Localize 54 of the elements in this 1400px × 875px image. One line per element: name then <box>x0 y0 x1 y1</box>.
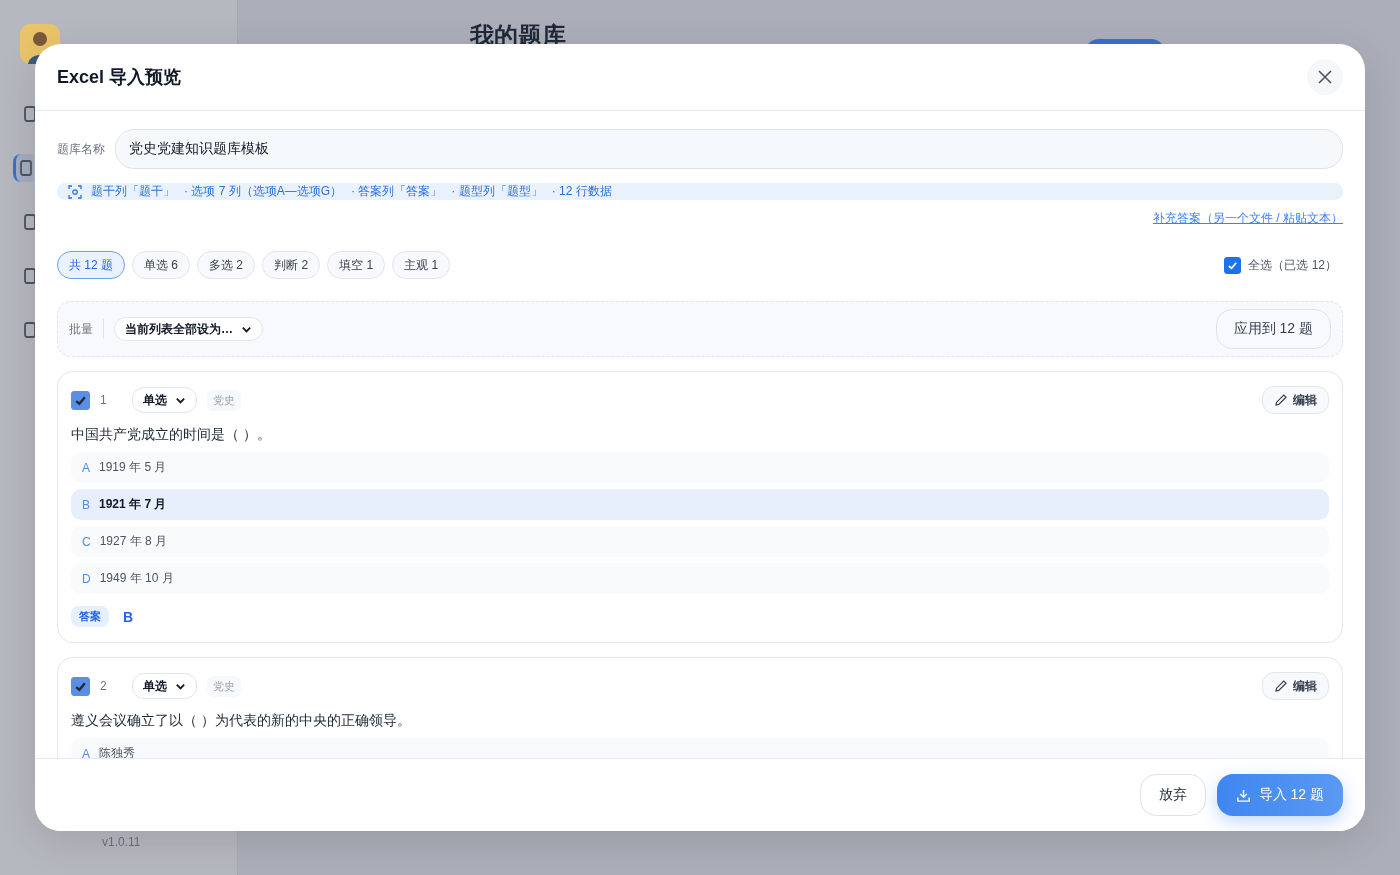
type-select[interactable]: 单选 <box>132 673 197 699</box>
batch-select[interactable]: 当前列表全部设为… <box>114 317 263 341</box>
filter-chip[interactable]: 主观 1 <box>392 251 451 279</box>
select-all-checkbox[interactable] <box>1224 256 1242 274</box>
select-all-label: 全选（已选 12） <box>1248 256 1337 274</box>
type-select[interactable]: 单选 <box>132 387 197 413</box>
nav-item[interactable] <box>13 154 34 182</box>
question-text: 中国共产党成立的时间是（ ）。 <box>71 426 272 444</box>
page-icon <box>24 268 36 284</box>
version-label: v1.0.11 <box>102 835 141 849</box>
filter-chip[interactable]: 共 12 题 <box>57 251 125 279</box>
name-field[interactable]: 党史党建知识题库模板 <box>115 129 1343 169</box>
edit-button[interactable]: 编辑 <box>1262 672 1329 700</box>
pencil-icon <box>1274 393 1288 407</box>
mapping-item: · 选项 7 列（选项A—选项G） <box>184 183 342 200</box>
category-tag: 党史 <box>207 675 241 697</box>
category-tag: 党史 <box>207 389 241 411</box>
close-icon <box>1317 69 1333 85</box>
page-icon <box>24 106 36 122</box>
answer-option[interactable]: A 陈独秀 <box>71 738 1329 758</box>
filter-chip[interactable]: 多选 2 <box>197 251 256 279</box>
filter-chip[interactable]: 单选 6 <box>132 251 191 279</box>
mapping-item: · 答案列「答案」 <box>351 183 443 200</box>
mapping-item: 题干列「题干」 <box>91 183 175 200</box>
answer-option[interactable]: A 1919 年 5 月 <box>71 452 1329 483</box>
scan-icon <box>68 184 82 199</box>
question-checkbox[interactable] <box>71 676 90 696</box>
filter-chip[interactable]: 判断 2 <box>262 251 321 279</box>
question-text: 遵义会议确立了以（ ）为代表的新的中央的正确领导。 <box>71 712 412 730</box>
pencil-icon <box>1274 679 1288 693</box>
question-number: 2 <box>100 679 108 693</box>
page-icon <box>24 214 36 230</box>
supplement-link[interactable]: 补充答案（另一个文件 / 粘贴文本） <box>1153 210 1343 227</box>
answer-value: B <box>123 608 134 625</box>
answer-option[interactable]: C 1927 年 8 月 <box>71 526 1329 557</box>
batch-label: 批量 <box>69 320 93 338</box>
page-icon <box>24 322 36 338</box>
question-number: 1 <box>100 393 108 407</box>
edit-button[interactable]: 编辑 <box>1262 386 1329 414</box>
apply-button[interactable]: 应用到 12 题 <box>1215 309 1331 349</box>
mapping-item: · 题型列「题型」 <box>451 183 543 200</box>
filter-chip[interactable]: 填空 1 <box>327 251 386 279</box>
answer-option[interactable]: D 1949 年 10 月 <box>71 563 1329 594</box>
check-icon <box>1227 259 1239 271</box>
cancel-button[interactable]: 放弃 <box>1139 774 1206 816</box>
mapping-item: · 12 行数据 <box>551 183 612 200</box>
dialog-title: Excel 导入预览 <box>57 66 182 89</box>
answer-badge: 答案 <box>71 606 109 627</box>
close-button[interactable] <box>1307 59 1343 95</box>
page-icon <box>20 160 32 176</box>
field-label: 题库名称 <box>57 140 105 158</box>
answer-option[interactable]: B 1921 年 7 月 <box>71 489 1329 520</box>
download-icon <box>1235 787 1251 803</box>
question-checkbox[interactable] <box>71 390 90 410</box>
